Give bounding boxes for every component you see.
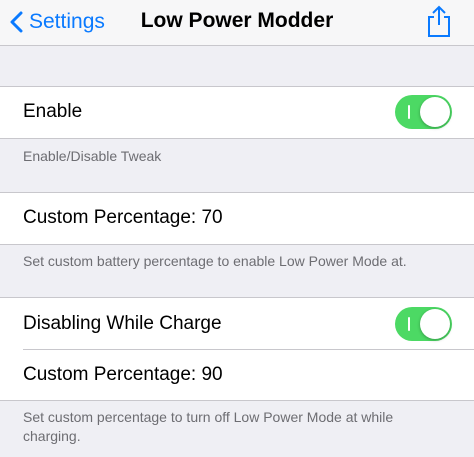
disabling-while-charge-row: Disabling While Charge xyxy=(0,298,474,349)
share-icon xyxy=(428,5,450,37)
enable-label: Enable xyxy=(23,101,83,122)
charge-group: Disabling While Charge Custom Percentage… xyxy=(0,297,474,401)
toggle-on-indicator xyxy=(408,105,410,119)
enable-group: Enable xyxy=(0,86,474,139)
navigation-bar: Settings Low Power Modder xyxy=(0,0,474,46)
enable-toggle[interactable] xyxy=(395,95,452,129)
charge-footer: Set custom percentage to turn off Low Po… xyxy=(23,409,394,444)
disabling-while-charge-label: Disabling While Charge xyxy=(23,313,222,334)
toggle-on-indicator xyxy=(408,317,410,331)
toggle-knob xyxy=(420,309,450,339)
disabling-while-charge-toggle[interactable] xyxy=(395,307,452,341)
page-title: Low Power Modder xyxy=(140,9,334,32)
charge-custom-percentage-row[interactable]: Custom Percentage: 90 xyxy=(0,350,474,400)
custom-percentage-footer: Set custom battery percentage to enable … xyxy=(23,253,407,269)
custom-percentage-row[interactable]: Custom Percentage: 70 xyxy=(0,193,474,244)
custom-percentage-label: Custom Percentage: 70 xyxy=(23,207,223,228)
charge-custom-percentage-label: Custom Percentage: 90 xyxy=(23,364,223,385)
custom-percentage-group: Custom Percentage: 70 xyxy=(0,192,474,245)
enable-row: Enable xyxy=(0,87,474,138)
toggle-knob xyxy=(420,97,450,127)
share-button[interactable] xyxy=(425,4,453,38)
enable-footer: Enable/Disable Tweak xyxy=(23,148,162,164)
